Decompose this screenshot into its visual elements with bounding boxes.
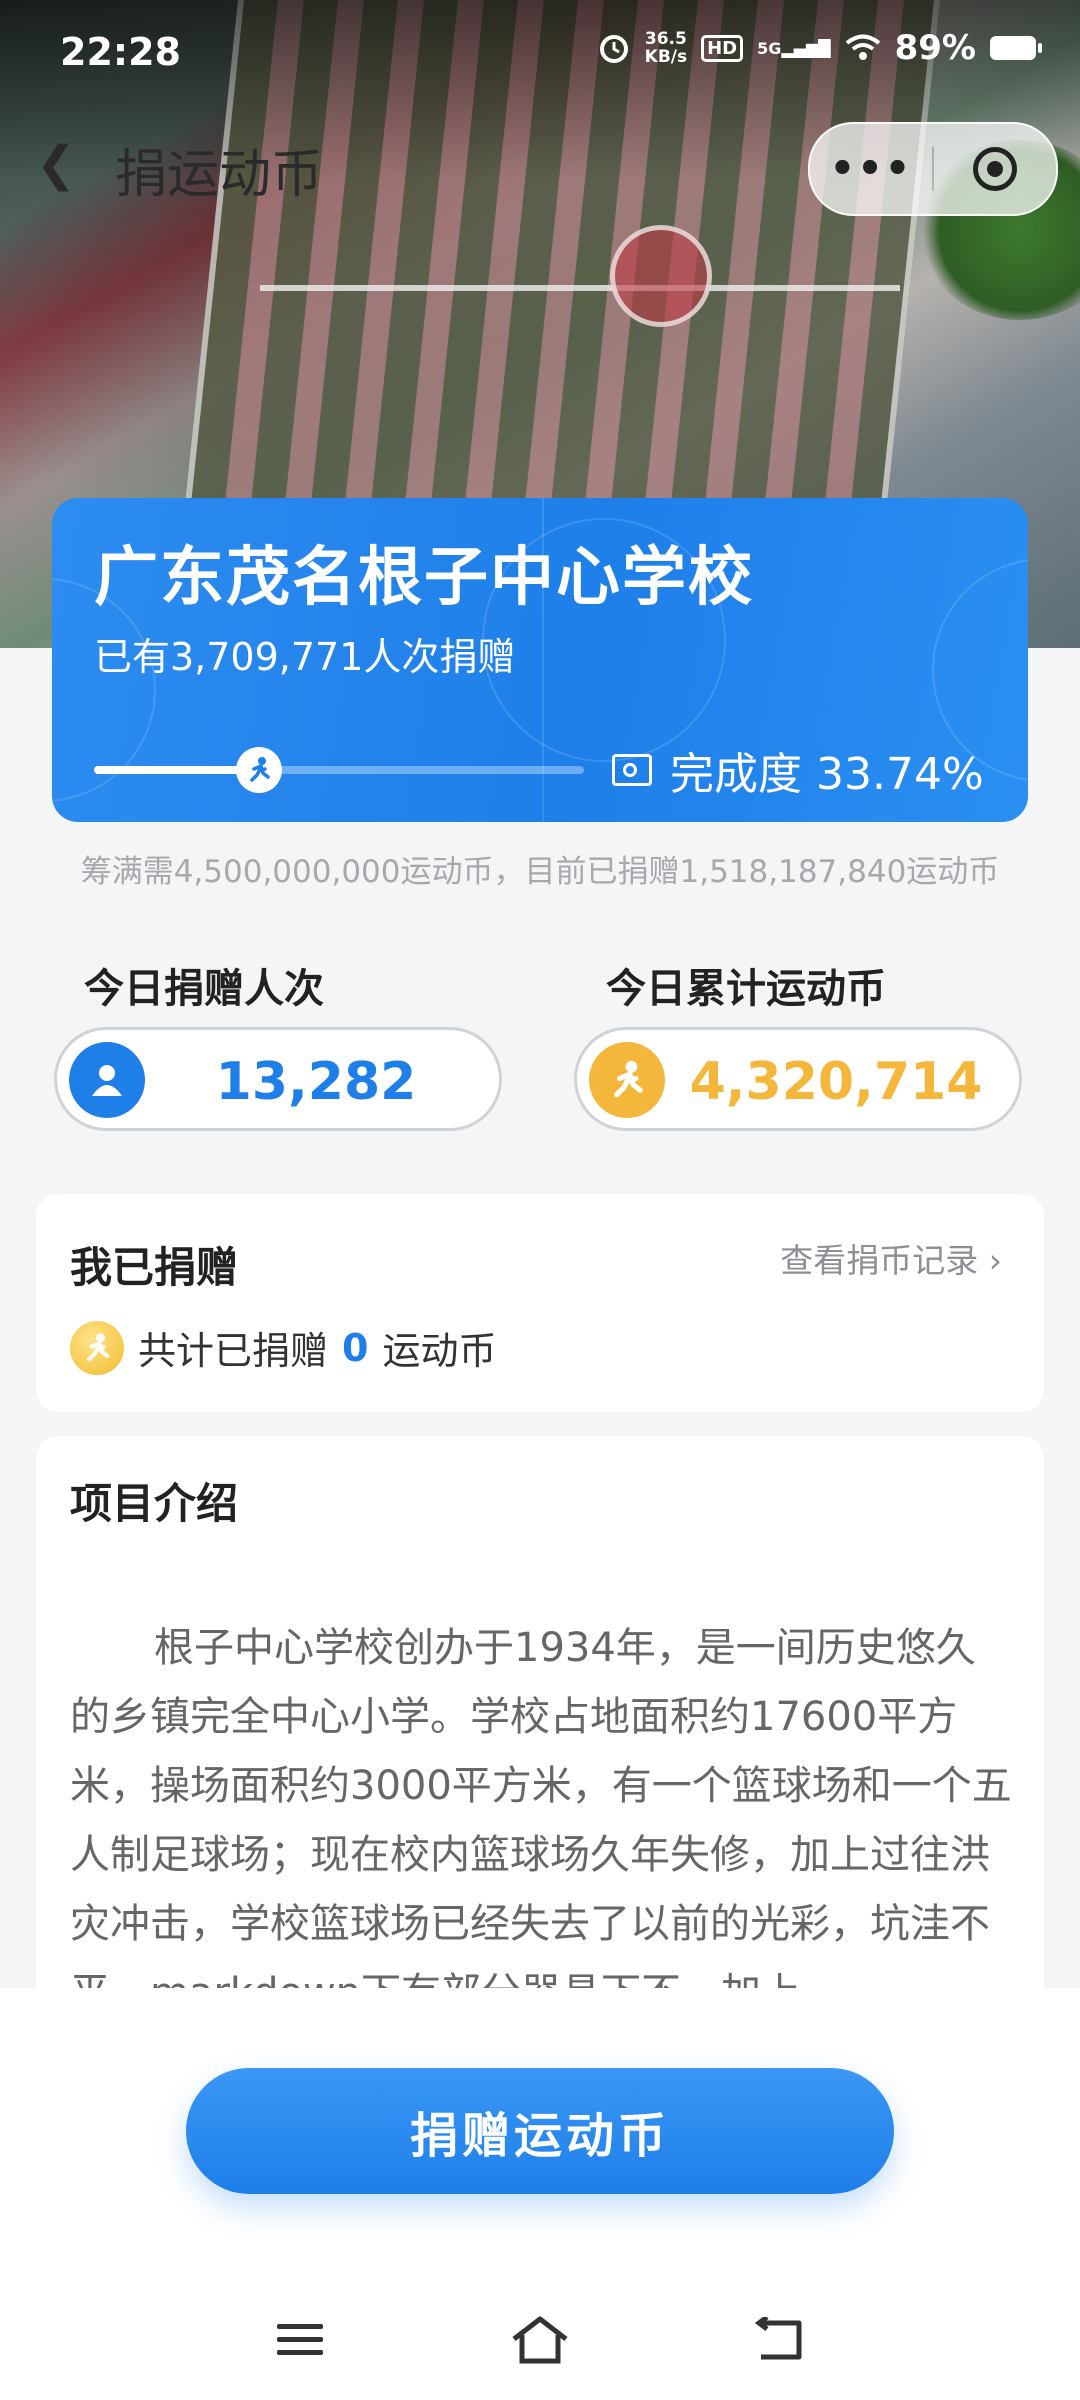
watermark xyxy=(0,2362,1080,2392)
battery-percent: 89% xyxy=(894,28,976,68)
donated-total: 共计已捐赠 0 运动币 xyxy=(70,1320,496,1375)
donate-button[interactable]: 捐赠运动币 xyxy=(186,2068,894,2194)
miniprogram-capsule: ••• xyxy=(808,122,1058,216)
back-icon[interactable]: ❮ xyxy=(36,136,76,192)
alarm-icon xyxy=(599,35,628,63)
project-name: 广东茂名根子中心学校 xyxy=(94,541,754,615)
battery-icon xyxy=(990,36,1042,60)
signal-icon: 5G▂▄▆█ xyxy=(757,38,831,58)
donors-today-pill: 13,282 xyxy=(54,1027,502,1131)
user-icon xyxy=(69,1042,145,1118)
runner-coin-icon xyxy=(589,1042,665,1118)
donors-today-value: 13,282 xyxy=(215,1052,417,1112)
goal-note: 筹满需4,500,000,000运动币，目前已捐赠1,518,187,840运动… xyxy=(80,854,1000,890)
coins-today-value: 4,320,714 xyxy=(689,1052,983,1112)
close-miniprogram-button[interactable] xyxy=(934,147,1056,191)
coin-icon xyxy=(70,1320,124,1375)
coins-today-label: 今日累计运动币 xyxy=(606,966,886,1012)
my-donation-card: 我已捐赠 查看捐币记录 › 共计已捐赠 0 运动币 xyxy=(36,1194,1044,1412)
wifi-icon xyxy=(845,34,880,60)
runner-icon xyxy=(236,747,283,793)
hd-icon: HD xyxy=(701,34,744,62)
project-intro-card: 项目介绍 根子中心学校创办于1934年，是一间历史悠久的乡镇完全中心小学。学校占… xyxy=(36,1436,1044,2056)
image-icon xyxy=(612,754,652,786)
completion-rate: 完成度 33.74% xyxy=(612,738,984,802)
donors-today-label: 今日捐赠人次 xyxy=(84,966,324,1012)
coins-today-pill: 4,320,714 xyxy=(574,1027,1022,1131)
project-card: 广东茂名根子中心学校 已有3,709,771人次捐赠 完成度 33.74% xyxy=(52,498,1028,822)
donated-amount: 0 xyxy=(342,1325,369,1370)
intro-text: 根子中心学校创办于1934年，是一间历史悠久的乡镇完全中心小学。学校占地面积约1… xyxy=(70,1625,1012,1994)
chevron-right-icon: › xyxy=(988,1241,1002,1280)
page-title: 捐运动币 xyxy=(115,145,324,205)
my-donation-title: 我已捐赠 xyxy=(70,1243,239,1292)
more-options-button[interactable]: ••• xyxy=(810,146,932,192)
status-bar: 22:28 36.5 KB/s HD 5G▂▄▆█ 89% xyxy=(0,0,1080,110)
status-time: 22:28 xyxy=(60,30,181,74)
network-speed: 36.5 KB/s xyxy=(644,29,688,67)
intro-title: 项目介绍 xyxy=(70,1479,239,1528)
target-icon xyxy=(973,147,1017,191)
progress-bar xyxy=(94,747,584,793)
donor-count: 已有3,709,771人次捐赠 xyxy=(94,635,516,679)
donation-record-link[interactable]: 查看捐币记录 › xyxy=(780,1234,1002,1282)
progress-fill xyxy=(94,766,260,774)
